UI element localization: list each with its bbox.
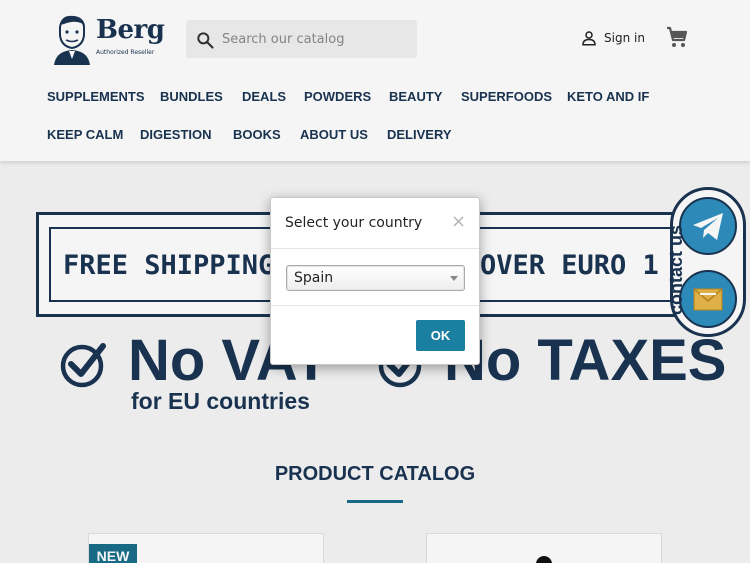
close-icon[interactable]: × (451, 211, 466, 232)
chevron-down-icon (450, 276, 458, 281)
modal-title: Select your country (285, 215, 423, 231)
country-select-modal: Select your country × Spain OK (270, 197, 480, 365)
modal-divider (271, 305, 479, 306)
modal-divider (271, 248, 479, 249)
ok-button[interactable]: OK (416, 320, 465, 351)
country-select[interactable]: Spain (286, 265, 465, 291)
country-select-value: Spain (294, 270, 334, 286)
